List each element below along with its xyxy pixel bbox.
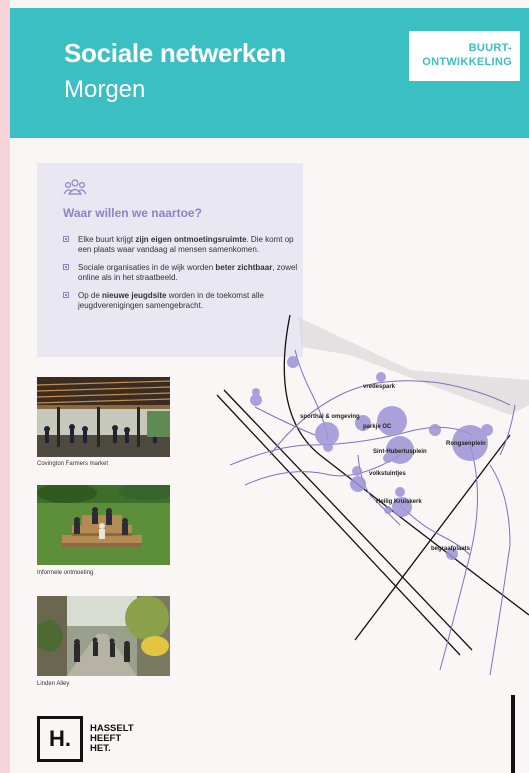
photo-linden-alley [37,596,170,676]
map-node [377,406,407,436]
map-node [376,372,386,382]
panel-heading: Waar willen we naartoe? [63,206,202,220]
section-tag-line2: ONTWIKKELING [422,56,512,68]
map-node [481,424,493,436]
map-node [352,466,362,476]
people-group-icon [63,179,87,195]
network-line [254,406,316,436]
section-tag-line1: BUURT- [468,42,512,54]
photo-caption: Linden Alley [37,681,70,687]
map-label-rongsen: Rongsenplein [446,441,486,447]
bullet-bold-text: beter zichtbaar [215,263,273,272]
page-subtitle: Morgen [64,76,146,103]
map-label-heilig: Heilig Kruiskerk [376,499,422,505]
bullet-icon [63,264,69,270]
map-node [252,388,260,396]
photo-caption: Informele ontmoeting [37,570,94,576]
photo-informal-meeting [37,485,170,565]
decorative-bar [511,695,515,773]
road [283,314,529,616]
bullet-bold-text: zijn eigen ontmoetingsruimte [135,235,247,244]
bullet-icon [63,236,69,242]
map-label-sporthal: sporthal & omgeving [300,414,360,420]
map-label-begraafplaats: begraafplaats [431,546,471,552]
network-line [489,464,511,675]
map-label-hubertus: Sint-Hubertusplein [373,449,427,455]
list-item: Sociale organisaties in de wijk worden b… [63,263,299,283]
bullet-text: Elke buurt krijgt [78,235,136,244]
hasselt-logo: H. [37,716,83,762]
bullet-bold-text: nieuwe jeugdsite [102,291,167,300]
network-line [244,454,401,486]
photo-caption: Covington Farmers market [37,461,109,467]
map-node [395,487,405,497]
map-node [429,424,441,436]
map-node [287,356,299,368]
map-node [384,506,392,514]
section-tag: BUURT- ONTWIKKELING [409,31,520,81]
map-label-parkje: parkje OC [363,424,392,430]
photo-farmers-market [37,377,170,457]
page-title: Sociale netwerken [64,38,286,68]
bullet-text: Op de [78,291,103,300]
map-label-vredespark: vredespark [363,384,396,390]
highlight-band [298,317,529,415]
bullet-icon [63,292,69,298]
map-label-volkstuintjes: volkstuintjes [369,471,406,477]
neighbourhood-map: vredespark sporthal & omgeving parkje OC… [216,314,529,675]
map-node [323,442,333,452]
list-item: Elke buurt krijgt zijn eigen ontmoetings… [63,235,299,255]
logo-wordmark: HASSELT HEEFT HET. [90,724,134,754]
bullet-text: Sociale organisaties in de wijk worden [78,263,216,272]
logo-line: HET. [90,743,111,754]
side-accent-strip [0,0,10,773]
map-node [350,476,366,492]
